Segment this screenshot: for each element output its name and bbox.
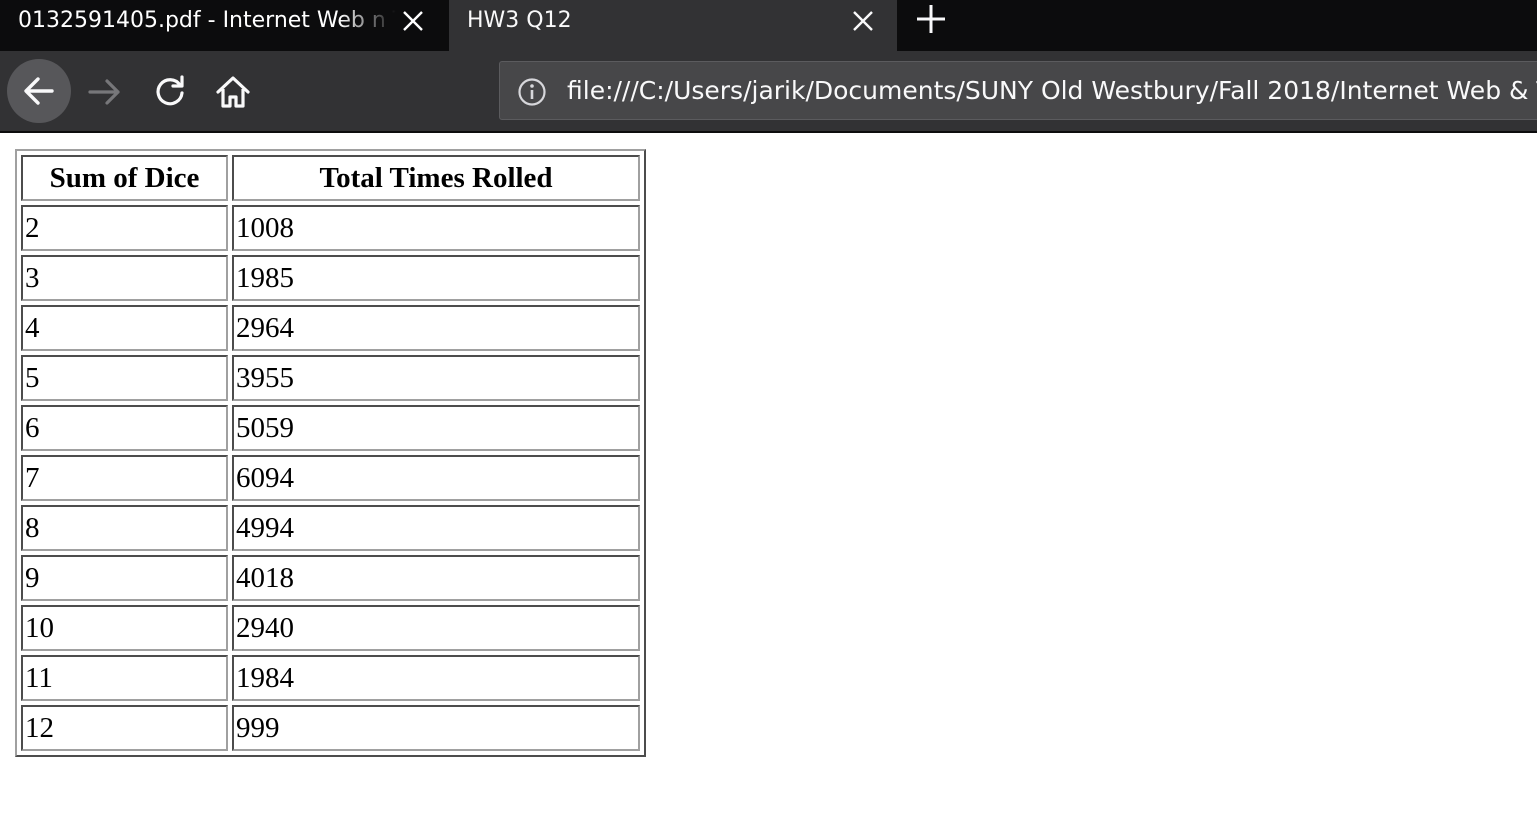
sum-cell: 8 [21, 505, 228, 551]
count-cell: 1985 [232, 255, 640, 301]
sum-cell: 2 [21, 205, 228, 251]
new-tab-button[interactable] [912, 1, 950, 37]
count-cell: 3955 [232, 355, 640, 401]
count-cell: 4018 [232, 555, 640, 601]
sum-cell: 5 [21, 355, 228, 401]
home-button[interactable] [213, 72, 253, 112]
table-row: 8 4994 [21, 505, 640, 551]
tab-hw3-q12[interactable]: HW3 Q12 [449, 0, 897, 51]
url-text: file:///C:/Users/jarik/Documents/SUNY Ol… [567, 76, 1537, 105]
home-icon [213, 72, 253, 112]
table-row: 6 5059 [21, 405, 640, 451]
forward-button[interactable] [86, 73, 124, 111]
back-button[interactable] [7, 59, 71, 123]
plus-icon [912, 1, 950, 37]
table-row: 5 3955 [21, 355, 640, 401]
table-row: 11 1984 [21, 655, 640, 701]
count-cell: 4994 [232, 505, 640, 551]
info-icon[interactable] [516, 76, 548, 108]
table-row: 9 4018 [21, 555, 640, 601]
sum-cell: 9 [21, 555, 228, 601]
close-icon[interactable] [399, 7, 427, 35]
close-icon[interactable] [849, 7, 877, 35]
dice-table: Sum of Dice Total Times Rolled 2 1008 3 … [15, 149, 646, 757]
sum-cell: 11 [21, 655, 228, 701]
sum-cell: 10 [21, 605, 228, 651]
table-row: 3 1985 [21, 255, 640, 301]
table-row: 12 999 [21, 705, 640, 751]
count-cell: 6094 [232, 455, 640, 501]
table-row: 7 6094 [21, 455, 640, 501]
count-cell: 2964 [232, 305, 640, 351]
reload-icon [151, 72, 189, 110]
sum-cell: 3 [21, 255, 228, 301]
sum-cell: 6 [21, 405, 228, 451]
count-cell: 5059 [232, 405, 640, 451]
sum-cell: 7 [21, 455, 228, 501]
address-bar[interactable]: file:///C:/Users/jarik/Documents/SUNY Ol… [499, 61, 1537, 120]
sum-cell: 12 [21, 705, 228, 751]
table-row: 10 2940 [21, 605, 640, 651]
count-cell: 2940 [232, 605, 640, 651]
tab-pdf[interactable]: 0132591405.pdf - Internet Web n Technolo… [0, 0, 449, 51]
table-header-row: Sum of Dice Total Times Rolled [21, 155, 640, 201]
count-cell: 1008 [232, 205, 640, 251]
table-row: 4 2964 [21, 305, 640, 351]
tab-title: HW3 Q12 [467, 8, 572, 33]
column-header-sum: Sum of Dice [21, 155, 228, 201]
navigation-toolbar: file:///C:/Users/jarik/Documents/SUNY Ol… [0, 51, 1537, 131]
reload-button[interactable] [151, 72, 189, 110]
column-header-times: Total Times Rolled [232, 155, 640, 201]
table-row: 2 1008 [21, 205, 640, 251]
arrow-right-icon [86, 73, 124, 111]
tab-title: 0132591405.pdf - Internet Web n Technolo… [18, 8, 396, 33]
count-cell: 999 [232, 705, 640, 751]
count-cell: 1984 [232, 655, 640, 701]
sum-cell: 4 [21, 305, 228, 351]
tab-strip: 0132591405.pdf - Internet Web n Technolo… [0, 0, 1537, 51]
toolbar-divider [0, 131, 1537, 133]
arrow-left-icon [21, 73, 57, 109]
